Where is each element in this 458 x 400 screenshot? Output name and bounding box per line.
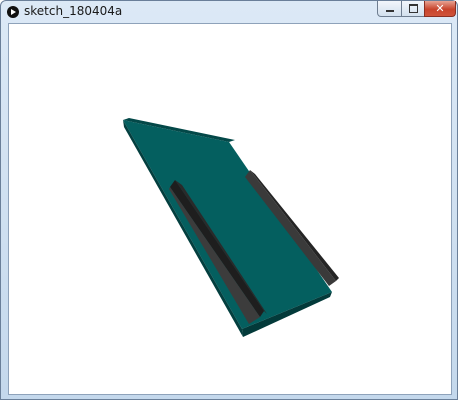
- minimize-button[interactable]: [377, 1, 402, 17]
- app-window: sketch_180404a ✕: [0, 0, 458, 400]
- 3d-scene: [123, 118, 339, 337]
- close-icon: ✕: [435, 2, 445, 15]
- window-title: sketch_180404a: [24, 4, 123, 18]
- close-button[interactable]: ✕: [424, 1, 456, 17]
- restore-icon: [408, 4, 418, 13]
- sketch-canvas[interactable]: [8, 23, 452, 395]
- maximize-button[interactable]: [401, 1, 425, 17]
- minimize-icon: [385, 10, 394, 12]
- title-bar[interactable]: sketch_180404a ✕: [1, 1, 457, 23]
- processing-app-icon: [7, 6, 19, 18]
- board-top-face: [123, 120, 332, 329]
